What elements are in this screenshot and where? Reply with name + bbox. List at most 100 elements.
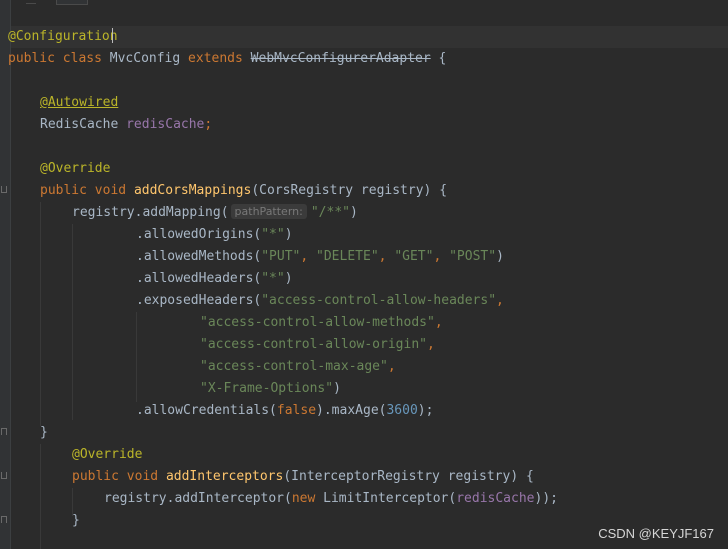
keyword: false bbox=[276, 403, 317, 418]
string-literal: "PUT" bbox=[261, 249, 301, 264]
method-call: .allowedOrigins( bbox=[136, 227, 262, 242]
scroll-stub bbox=[56, 0, 88, 5]
text-caret bbox=[111, 28, 113, 43]
code-line[interactable]: public class MvcConfig extends WebMvcCon… bbox=[8, 48, 446, 70]
watermark: CSDN @KEYJF167 bbox=[598, 526, 714, 541]
brace: { bbox=[438, 51, 447, 66]
code-line[interactable]: @Override bbox=[72, 444, 142, 466]
parameter-hint: pathPattern: bbox=[230, 204, 307, 219]
code-line[interactable]: .allowedOrigins("*") bbox=[136, 224, 293, 246]
brace: } bbox=[40, 425, 48, 440]
keyword: public bbox=[72, 469, 119, 484]
paren: ) bbox=[284, 271, 293, 286]
code-line[interactable]: RedisCache redisCache; bbox=[40, 114, 212, 136]
string-literal: "access-control-allow-methods" bbox=[200, 315, 435, 330]
comma: , bbox=[426, 337, 435, 352]
code-line[interactable]: "access-control-allow-methods", bbox=[200, 312, 443, 334]
field-name: redisCache bbox=[456, 491, 535, 506]
code-line[interactable]: @Autowired bbox=[40, 92, 118, 114]
string-literal: "GET" bbox=[394, 249, 434, 264]
code-line[interactable]: registry.addMapping(pathPattern: "/**") bbox=[72, 202, 358, 224]
code-line[interactable]: registry.addInterceptor(new LimitInterce… bbox=[104, 488, 558, 510]
type-name: InterceptorRegistry bbox=[291, 469, 440, 484]
code-line[interactable]: .exposedHeaders("access-control-allow-he… bbox=[136, 290, 504, 312]
keyword: class bbox=[62, 51, 102, 66]
comma: , bbox=[387, 359, 396, 374]
type-name: CorsRegistry bbox=[259, 183, 354, 198]
code-line[interactable]: public void addInterceptors(InterceptorR… bbox=[72, 466, 534, 488]
class-name: MvcConfig bbox=[109, 51, 181, 66]
keyword: public bbox=[8, 51, 55, 66]
comma: , bbox=[434, 315, 443, 330]
method-call: .exposedHeaders( bbox=[136, 293, 262, 308]
paren: ) bbox=[510, 469, 519, 484]
number-literal: 3600 bbox=[386, 403, 418, 418]
indent-guide bbox=[72, 224, 73, 420]
semicolon: ; bbox=[204, 117, 213, 132]
code-line[interactable]: "access-control-allow-origin", bbox=[200, 334, 435, 356]
brace: { bbox=[439, 183, 448, 198]
fold-start-icon[interactable] bbox=[1, 186, 7, 193]
annotation: @Autowired bbox=[40, 95, 119, 110]
code-line[interactable]: "access-control-max-age", bbox=[200, 356, 396, 378]
annotation: @Override bbox=[40, 161, 111, 176]
method-name: addCorsMappings bbox=[133, 183, 252, 198]
code-line[interactable]: @Configuration bbox=[8, 26, 118, 48]
indent-guide bbox=[40, 202, 41, 426]
string-literal: "/**" bbox=[310, 205, 350, 220]
keyword: new bbox=[291, 491, 316, 506]
paren: ( bbox=[283, 469, 292, 484]
paren: ) bbox=[496, 249, 504, 264]
paren: ) bbox=[423, 183, 432, 198]
paren: ) bbox=[349, 205, 358, 220]
method-call: .allowCredentials( bbox=[136, 403, 277, 418]
fold-end-icon[interactable] bbox=[1, 516, 7, 523]
method-call: .allowedMethods( bbox=[136, 249, 262, 264]
code-line[interactable]: .allowedHeaders("*") bbox=[136, 268, 293, 290]
param-name: registry bbox=[360, 183, 424, 198]
paren: )); bbox=[534, 491, 558, 506]
code-line[interactable]: .allowCredentials(false).maxAge(3600); bbox=[136, 400, 433, 422]
annotation: @Override bbox=[72, 447, 143, 462]
fold-end-icon[interactable] bbox=[1, 428, 7, 435]
indent-guide bbox=[40, 444, 41, 549]
code-line[interactable]: .allowedMethods("PUT", "DELETE", "GET", … bbox=[136, 246, 504, 268]
method-call: registry.addMapping( bbox=[72, 205, 229, 220]
string-literal: "access-control-allow-origin" bbox=[200, 337, 427, 352]
code-line[interactable]: @Override bbox=[40, 158, 110, 180]
code-line[interactable]: } bbox=[40, 422, 48, 444]
indent-guide bbox=[136, 312, 137, 402]
method-call: registry.addInterceptor( bbox=[104, 491, 292, 506]
keyword: extends bbox=[188, 51, 243, 66]
type-name: RedisCache bbox=[40, 117, 119, 132]
string-literal: "DELETE" bbox=[316, 249, 379, 264]
keyword: public bbox=[40, 183, 87, 198]
brace: } bbox=[72, 513, 80, 528]
string-literal: "*" bbox=[261, 271, 285, 286]
method-name: addInterceptors bbox=[165, 469, 284, 484]
fold-start-icon[interactable] bbox=[1, 472, 7, 479]
code-line[interactable]: } bbox=[72, 510, 80, 532]
editor-gutter[interactable] bbox=[0, 0, 11, 549]
paren: ) bbox=[284, 227, 293, 242]
field-name: redisCache bbox=[126, 117, 205, 132]
annotation: @Configuration bbox=[8, 29, 118, 44]
code-line[interactable]: public void addCorsMappings(CorsRegistry… bbox=[40, 180, 447, 202]
scroll-stub bbox=[26, 0, 36, 4]
string-literal: "access-control-max-age" bbox=[200, 359, 388, 374]
method-call: .allowedHeaders( bbox=[136, 271, 262, 286]
string-literal: "POST" bbox=[449, 249, 497, 264]
keyword: void bbox=[126, 469, 159, 484]
comma: , bbox=[496, 293, 504, 308]
keyword: void bbox=[94, 183, 127, 198]
string-literal: "X-Frame-Options" bbox=[200, 381, 334, 396]
deprecated-superclass: WebMvcConfigurerAdapter bbox=[250, 51, 431, 66]
paren: ) bbox=[333, 381, 341, 396]
string-literal: "access-control-allow-headers" bbox=[261, 293, 497, 308]
code-line[interactable]: "X-Frame-Options") bbox=[200, 378, 341, 400]
brace: { bbox=[526, 469, 534, 484]
string-literal: "*" bbox=[261, 227, 285, 242]
method-call: ).maxAge( bbox=[316, 403, 387, 418]
constructor-call: LimitInterceptor( bbox=[323, 491, 457, 506]
code-editor[interactable]: @Configuration public class MvcConfig ex… bbox=[0, 0, 728, 549]
